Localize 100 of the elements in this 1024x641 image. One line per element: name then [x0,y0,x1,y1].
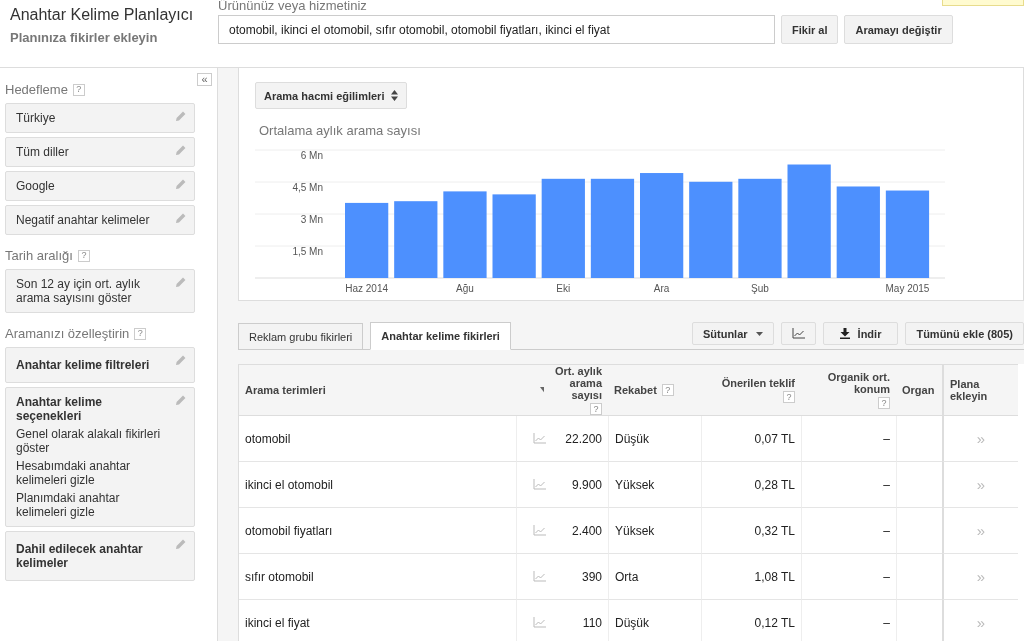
help-icon[interactable]: ? [878,397,890,409]
caret-icon [755,331,763,336]
pencil-icon[interactable] [175,110,187,122]
suggested-bid: 0,12 TL [754,615,795,630]
setting-card[interactable]: Tüm diller [5,137,195,167]
collapse-button[interactable]: « [197,73,212,86]
card-text: Google [16,179,56,193]
setting-card[interactable]: Türkiye [5,103,195,133]
organic-position: – [883,569,890,584]
card-text: Anahtar kelime seçenekleri [16,395,104,423]
suggested-bid: 1,08 TL [754,569,795,584]
card-text: Hesabımdaki anahtar kelimeleri gizle [16,459,132,487]
columns-button[interactable]: Sütunlar [691,322,774,345]
setting-card[interactable]: Negatif anahtar kelimeler [5,205,195,235]
add-all-button[interactable]: Tümünü ekle (805) [905,322,1024,345]
tab[interactable]: Anahtar kelime fikirleri [370,322,511,350]
pencil-icon[interactable] [175,394,187,406]
chart-icon[interactable] [532,525,546,536]
suggested-bid: 0,07 TL [754,431,795,446]
card-text: Genel olarak alakalı fikirleri göster [16,427,162,455]
card-text: Tüm diller [16,145,70,159]
suggested-bid: 0,28 TL [754,477,795,492]
column-header[interactable]: Ort. aylık arama sayısı [544,365,602,401]
column-header[interactable]: Arama terimleri [245,384,326,396]
tab[interactable]: Reklam grubu fikirleri [238,323,364,349]
help-icon[interactable]: ? [661,384,674,396]
search-volume: 22.200 [565,431,602,446]
column-header[interactable]: Önerilen teklif [721,377,795,389]
keywords-field[interactable]: otomobil, ikinci el otomobil, sıfır otomobil, otomobil fiyatları, ikinci el fiyat [218,15,775,44]
pencil-icon[interactable] [175,538,187,550]
pencil-icon[interactable] [175,144,187,156]
field-label: Ürününüz veya hizmetiniz [218,0,368,13]
axis-tick-label: 3 Mn [300,214,323,225]
keyword-text: ikinci el fiyat [245,615,310,630]
modify-search-button[interactable]: Aramayı değiştir [844,15,953,44]
get-ideas-button[interactable]: Fikir al [781,15,839,44]
card-text: Dahil edilecek anahtar kelimeler [16,541,144,572]
section-title: Aramanızı özelleştirin [5,326,130,341]
column-header[interactable]: Organik ort. konum [807,371,890,395]
competition-text: Yüksek [615,477,655,492]
axis-tick-label: Ara [653,283,670,294]
suggested-bid: 0,32 TL [754,523,795,538]
card-text: Son 12 ay için ort. aylık arama sayısını göster [16,277,142,305]
organic-position: – [883,431,890,446]
app-title: Anahtar Kelime Planlayıcı [10,6,195,24]
card-text: Negatif anahtar kelimeler [16,213,151,227]
competition-text: Yüksek [615,523,655,538]
setting-card[interactable]: Google [5,171,195,201]
chart-icon[interactable] [532,571,546,582]
search-volume: 2.400 [571,523,602,538]
axis-tick-label: Eki [556,283,571,294]
setting-card[interactable]: Dahil edilecek anahtar kelimeler [5,531,195,581]
keyword-text: ikinci el otomobil [245,477,334,492]
help-icon[interactable]: ? [72,83,85,96]
sort-icon [391,90,399,101]
chart-toggle-button[interactable] [780,322,816,345]
axis-tick-label: 1,5 Mn [292,246,323,257]
search-volume: 390 [581,569,602,584]
axis-tick-label: Ağu [456,283,474,294]
chart-title: Ortalama aylık arama sayısı [259,123,422,138]
keyword-text: sıfır otomobil [245,569,314,584]
axis-tick-label: 4,5 Mn [292,182,323,193]
column-header[interactable]: Rekabet [614,384,657,396]
pencil-icon[interactable] [175,212,187,224]
help-icon[interactable]: ? [783,391,795,403]
chart-type-select[interactable]: Arama hacmi eğilimleri [255,82,408,109]
chart-icon [791,328,805,339]
axis-tick-label: Haz 2014 [345,283,389,294]
competition-text: Düşük [615,431,649,446]
setting-card[interactable]: Anahtar kelime filtreleri [5,347,195,383]
organic-position: – [883,523,890,538]
app-subtitle: Planınıza fikirler ekleyin [10,30,159,45]
axis-tick-label: 6 Mn [300,150,323,161]
pencil-icon[interactable] [175,354,187,366]
card-text: Planımdaki anahtar kelimeleri gizle [16,491,121,519]
help-icon[interactable]: ? [590,403,602,415]
column-header[interactable]: Organ [902,384,935,396]
download-icon [839,328,850,339]
help-icon[interactable]: ? [134,327,147,340]
search-volume: 9.900 [571,477,602,492]
chart-icon[interactable] [532,479,546,490]
download-button[interactable]: İndir [822,322,899,345]
keyword-text: otomobil [245,431,291,446]
organic-position: – [883,477,890,492]
card-text: Anahtar kelime filtreleri [16,357,151,374]
help-icon[interactable]: ? [77,249,90,262]
keyword-text: otomobil fiyatları [245,523,333,538]
pencil-icon[interactable] [175,276,187,288]
section-title: Tarih aralığı [5,248,73,263]
setting-card[interactable]: Son 12 ay için ort. aylık arama sayısını göster [5,269,195,313]
axis-tick-label: Şub [751,283,769,294]
setting-card[interactable]: Anahtar kelime seçenekleri Genel olarak alakalı fikirleri göster Hesabımdaki anahtar kelimeleri gizle Planımdaki anahtar kelimeleri gizle [5,387,195,527]
card-text: Türkiye [16,111,57,125]
organic-position: – [883,615,890,630]
sort-arrow-icon[interactable] [540,387,545,393]
pencil-icon[interactable] [175,178,187,190]
chart-icon[interactable] [532,433,546,444]
section-title: Hedefleme [5,82,68,97]
chart-icon[interactable] [532,617,546,628]
competition-text: Düşük [615,615,649,630]
